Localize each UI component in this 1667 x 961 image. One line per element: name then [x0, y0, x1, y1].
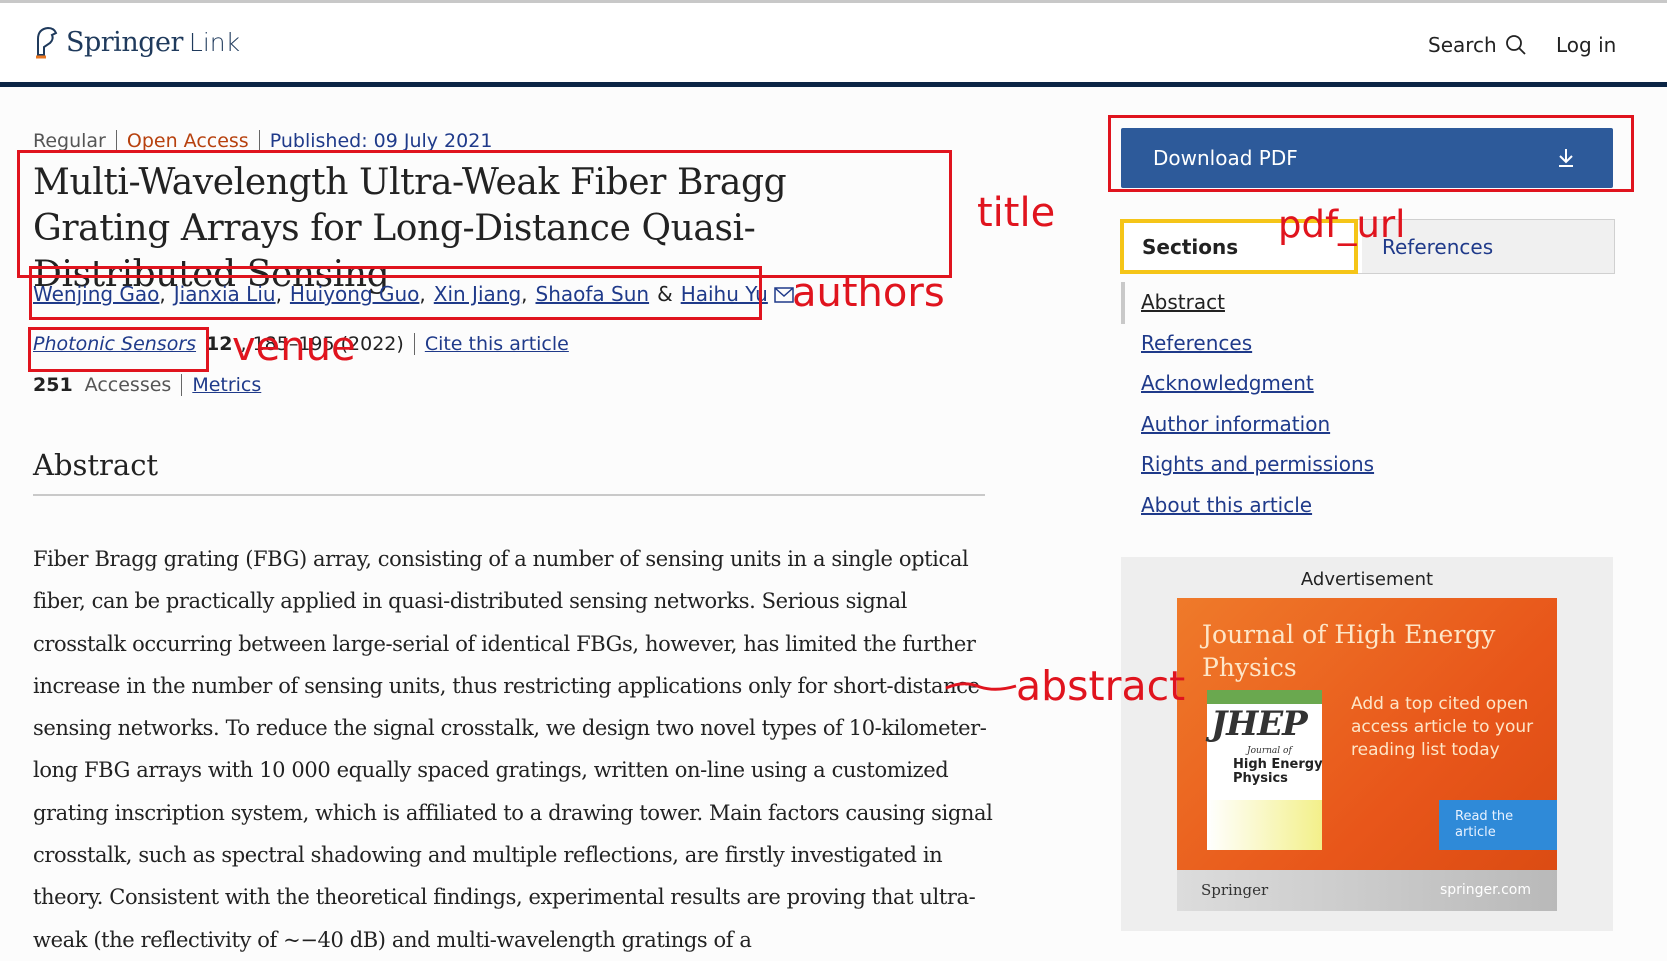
journal-volume: 12: [206, 333, 233, 355]
cover-gradient: [1207, 800, 1322, 850]
published-date: Published: 09 July 2021: [269, 130, 493, 152]
venue-annotation-box: [28, 327, 209, 372]
ad-url: springer.com: [1439, 882, 1531, 898]
ad-brand: Springer: [1201, 881, 1269, 899]
ad-title: Journal of High Energy Physics: [1202, 620, 1496, 682]
toc-item-abstract[interactable]: Abstract: [1141, 290, 1374, 331]
ad-read-article-button[interactable]: Read the article: [1439, 800, 1557, 850]
ad-body-text: Add a top cited open access article to y…: [1351, 694, 1534, 760]
email-icon[interactable]: [768, 282, 794, 306]
abstract-heading: Abstract: [33, 448, 159, 482]
sections-toc: Abstract References Acknowledgment Autho…: [1141, 290, 1374, 533]
pdf-url-annotation-label: pdf_url: [1278, 203, 1406, 246]
journal-cover-image: JHEP Journal of High Energy Physics: [1207, 690, 1323, 850]
toc-item-about-article[interactable]: About this article: [1141, 493, 1374, 534]
open-access-badge: Open Access: [126, 130, 249, 152]
abstract-divider: [33, 494, 985, 496]
accesses-label: Accesses: [84, 374, 172, 396]
toc-item-author-information[interactable]: Author information: [1141, 412, 1374, 453]
meta-separator: [115, 130, 117, 152]
meta-separator: [181, 374, 183, 396]
abstract-annotation-label: abstract: [1016, 662, 1186, 710]
springer-link-logo[interactable]: Springer Link: [32, 25, 240, 59]
authors-annotation-label: authors: [792, 270, 945, 316]
toc-active-indicator: [1121, 282, 1125, 324]
ad-banner[interactable]: Journal of High Energy Physics JHEP Jour…: [1177, 598, 1557, 911]
title-annotation-label: title: [977, 190, 1056, 236]
cover-journal-of: Journal of: [1247, 746, 1292, 756]
article-type: Regular: [33, 130, 106, 152]
search-icon: [1505, 35, 1526, 55]
advertisement-panel: Advertisement Journal of High Energy Phy…: [1121, 557, 1613, 931]
accesses-count: 251: [33, 374, 73, 396]
logo-link-text: Link: [188, 27, 241, 57]
header-divider: [0, 82, 1667, 87]
cite-article-link[interactable]: Cite this article: [425, 333, 569, 355]
search-label: Search: [1428, 33, 1497, 57]
meta-separator: [258, 130, 260, 152]
pdf-annotation-box: [1108, 115, 1634, 192]
site-header: Springer Link Search Log in: [0, 3, 1667, 82]
ad-footer: Springer springer.com: [1177, 870, 1557, 911]
metrics-link[interactable]: Metrics: [192, 374, 261, 396]
abstract-text: Fiber Bragg grating (FBG) array, consist…: [33, 547, 993, 952]
login-link[interactable]: Log in: [1556, 33, 1616, 57]
toc-item-acknowledgment[interactable]: Acknowledgment: [1141, 371, 1374, 412]
cover-journal-name: High Energy Physics: [1233, 757, 1323, 786]
cover-strip: [1207, 690, 1322, 704]
meta-separator: [413, 333, 415, 355]
advertisement-label: Advertisement: [1300, 569, 1434, 590]
cover-abbrev: JHEP: [1211, 704, 1308, 744]
access-metrics: 251 Accesses Metrics: [33, 374, 261, 396]
title-annotation-box: [17, 150, 952, 278]
springer-horse-icon: [36, 26, 58, 59]
logo-springer-text: Springer: [66, 26, 183, 58]
toc-item-rights-permissions[interactable]: Rights and permissions: [1141, 452, 1374, 493]
authors-annotation-box: [29, 266, 762, 320]
toc-item-references[interactable]: References: [1141, 331, 1374, 372]
venue-annotation-label: venue: [232, 324, 356, 370]
article-meta: Regular Open Access Published: 09 July 2…: [33, 130, 492, 152]
abstract-annotation-arrow: [945, 682, 1017, 691]
header-search-button[interactable]: Search: [1428, 33, 1527, 57]
